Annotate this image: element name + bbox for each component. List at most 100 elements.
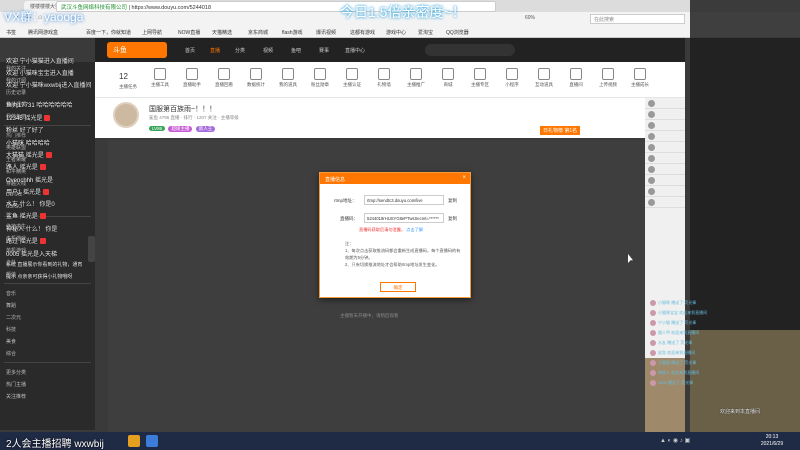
chat-message: 提示 点亲亲可获得小礼物哦呀 bbox=[6, 273, 72, 280]
room-info: 国服第百族雨~！！！ 鲨鱼 4796 直播 · 排行 · 1207 关注 · 主… bbox=[95, 98, 645, 138]
browser-search-input[interactable]: 在此搜索 bbox=[590, 14, 685, 24]
tool-zone[interactable]: 主播专区 bbox=[469, 68, 491, 88]
tool-room[interactable]: 直播间 bbox=[565, 68, 587, 88]
rank-row[interactable] bbox=[645, 98, 685, 109]
room-meta: 鲨鱼 4796 直播 · 排行 · 1207 关注 · 主播等级 bbox=[149, 115, 239, 120]
nav-home[interactable]: 首页 bbox=[185, 47, 195, 54]
chat-text: 哈哈哈哈 bbox=[25, 141, 50, 147]
tool-icon bbox=[186, 68, 198, 80]
nav-match[interactable]: 赛事 bbox=[319, 47, 329, 54]
copy-key-button[interactable]: 复制 bbox=[448, 216, 457, 222]
site-search-input[interactable] bbox=[425, 44, 515, 56]
rank-row[interactable] bbox=[645, 164, 685, 175]
sidebar-collapse-handle[interactable] bbox=[88, 236, 95, 262]
system-tray[interactable]: ▲ ◐ ◉ ♪ ▣ bbox=[660, 437, 690, 444]
sidebar-item[interactable]: 二次元 bbox=[0, 311, 95, 323]
avatar bbox=[648, 100, 655, 107]
chat-message: 小猫咪 哈哈哈哈 bbox=[6, 138, 50, 147]
sidebar-item[interactable]: 科技 bbox=[0, 323, 95, 335]
bookmark-item[interactable]: 上网导航 bbox=[142, 29, 162, 36]
nav-video[interactable]: 视频 bbox=[263, 47, 273, 54]
sidebar-divider bbox=[4, 283, 91, 284]
tool-interactive[interactable]: 互动道具 bbox=[533, 68, 555, 88]
confirm-button[interactable]: 确定 bbox=[380, 282, 416, 292]
rank-badge[interactable]: 日礼物榜 第1名 bbox=[540, 126, 581, 135]
tool-fans-medal[interactable]: 粉丝勋章 bbox=[309, 68, 331, 88]
bookmark-item[interactable]: 这都有游戏 bbox=[350, 29, 375, 36]
bookmark-item[interactable]: 天猫精选 bbox=[212, 29, 232, 36]
chat-message: 神秘人 什么！ 你是 bbox=[6, 224, 57, 233]
gift-feed: 小猫咪 赠送了 荧光棒 小猫咪宝宝 欢迎来到直播间 宁小猫 赠送了 荧光棒 路人… bbox=[650, 300, 800, 390]
nav-live-center[interactable]: 直播中心 bbox=[345, 47, 365, 54]
learn-more-link[interactable]: 点击了解 bbox=[406, 227, 423, 232]
tool-icon bbox=[570, 68, 582, 80]
tool-stats[interactable]: 数据统计 bbox=[245, 68, 267, 88]
chat-message: 路人 摇光是 bbox=[6, 162, 46, 171]
bookmark-item[interactable]: QQ浏览器 bbox=[446, 29, 469, 36]
taskbar-clock[interactable]: 20:13 2021/6/29 bbox=[752, 434, 792, 448]
bookmark-item[interactable]: 书签 bbox=[6, 29, 16, 36]
tool-label: 我的道具 bbox=[279, 82, 297, 87]
copy-rtmp-button[interactable]: 复制 bbox=[448, 198, 457, 204]
rank-row[interactable] bbox=[645, 186, 685, 197]
sidebar-item[interactable]: 热门主播 bbox=[0, 378, 95, 390]
chat-message: 12345 摇光是 bbox=[6, 113, 51, 122]
avatar[interactable] bbox=[113, 102, 139, 128]
tool-gift-wall[interactable]: 礼物墙 bbox=[373, 68, 395, 88]
watermark-text: VX群：yaooga bbox=[4, 10, 84, 24]
nav-live[interactable]: 直播 bbox=[210, 47, 220, 54]
bookmark-item[interactable]: 爱淘宝 bbox=[418, 29, 433, 36]
browser-app-icon[interactable] bbox=[146, 435, 158, 447]
tool-cert[interactable]: 主播认证 bbox=[341, 68, 363, 88]
bookmark-item[interactable]: 腾讯网游戏盒 bbox=[28, 29, 58, 36]
stream-key-field[interactable]: 5244018rHUSYG8ePTwsSecret=****** bbox=[364, 213, 444, 223]
nav-yuba[interactable]: 鱼吧 bbox=[291, 47, 301, 54]
rtmp-address-field[interactable]: rtmp://sendtc3.douyu.com/live bbox=[364, 195, 444, 205]
avatar bbox=[648, 144, 655, 151]
douyu-logo[interactable]: 斗鱼 bbox=[107, 42, 167, 58]
gift-line: 宁小猫 赠送了 荧光棒 bbox=[650, 320, 800, 330]
notes-title: 注： bbox=[345, 241, 354, 246]
app-icon[interactable] bbox=[128, 435, 140, 447]
gift-line: 水友 赠送了 荧光棒 bbox=[650, 340, 800, 350]
nav-category[interactable]: 分类 bbox=[235, 47, 245, 54]
sidebar-item[interactable]: 美食 bbox=[0, 335, 95, 347]
taskbar-overlay-text: 2人会主播招聘 wxwbij bbox=[6, 439, 104, 450]
tool-anchor[interactable]: 主播工具 bbox=[149, 68, 171, 88]
tool-mini-program[interactable]: 小程序 bbox=[501, 68, 523, 88]
bookmark-item[interactable]: 爆讯视频 bbox=[316, 29, 336, 36]
sidebar-item[interactable]: 舞蹈 bbox=[0, 299, 95, 311]
tool-growth[interactable]: 主播成长 bbox=[629, 68, 651, 88]
tool-upload[interactable]: 上传视频 bbox=[597, 68, 619, 88]
tool-shop[interactable]: 商城 bbox=[437, 68, 459, 88]
tool-icon bbox=[474, 68, 486, 80]
zoom-level[interactable]: 60% bbox=[525, 15, 535, 21]
close-icon[interactable]: × bbox=[462, 175, 466, 181]
sidebar-item[interactable]: 综合 bbox=[0, 347, 95, 359]
bookmark-item[interactable]: 百度一下，你就知道 bbox=[86, 29, 131, 36]
avatar bbox=[648, 133, 655, 140]
tool-icon bbox=[218, 68, 230, 80]
tool-props[interactable]: 我的道具 bbox=[277, 68, 299, 88]
sidebar-item[interactable]: 关注推荐 bbox=[0, 390, 95, 402]
rank-row[interactable] bbox=[645, 197, 685, 208]
sidebar-item[interactable]: 音乐 bbox=[0, 287, 95, 299]
tool-icon bbox=[154, 68, 166, 80]
tool-replay[interactable]: 直播回看 bbox=[213, 68, 235, 88]
rank-row[interactable] bbox=[645, 153, 685, 164]
bookmark-item[interactable]: 京东商城 bbox=[248, 29, 268, 36]
bookmark-item[interactable]: 游戏中心 bbox=[386, 29, 406, 36]
rank-row[interactable] bbox=[645, 109, 685, 120]
rank-row[interactable] bbox=[645, 142, 685, 153]
sidebar-item[interactable]: 更多分类 bbox=[0, 366, 95, 378]
bookmark-item[interactable]: flash游戏 bbox=[282, 29, 303, 36]
bookmark-item[interactable]: NOW直播 bbox=[178, 29, 200, 36]
rank-row[interactable] bbox=[645, 120, 685, 131]
tool-assistant[interactable]: 直播助手 bbox=[181, 68, 203, 88]
tool-promo[interactable]: 主播推广 bbox=[405, 68, 427, 88]
tool-task[interactable]: 主播任务 bbox=[117, 84, 139, 90]
tool-label: 上传视频 bbox=[599, 82, 617, 87]
rank-row[interactable] bbox=[645, 175, 685, 186]
rank-row[interactable] bbox=[645, 131, 685, 142]
gift-icon bbox=[650, 310, 656, 316]
